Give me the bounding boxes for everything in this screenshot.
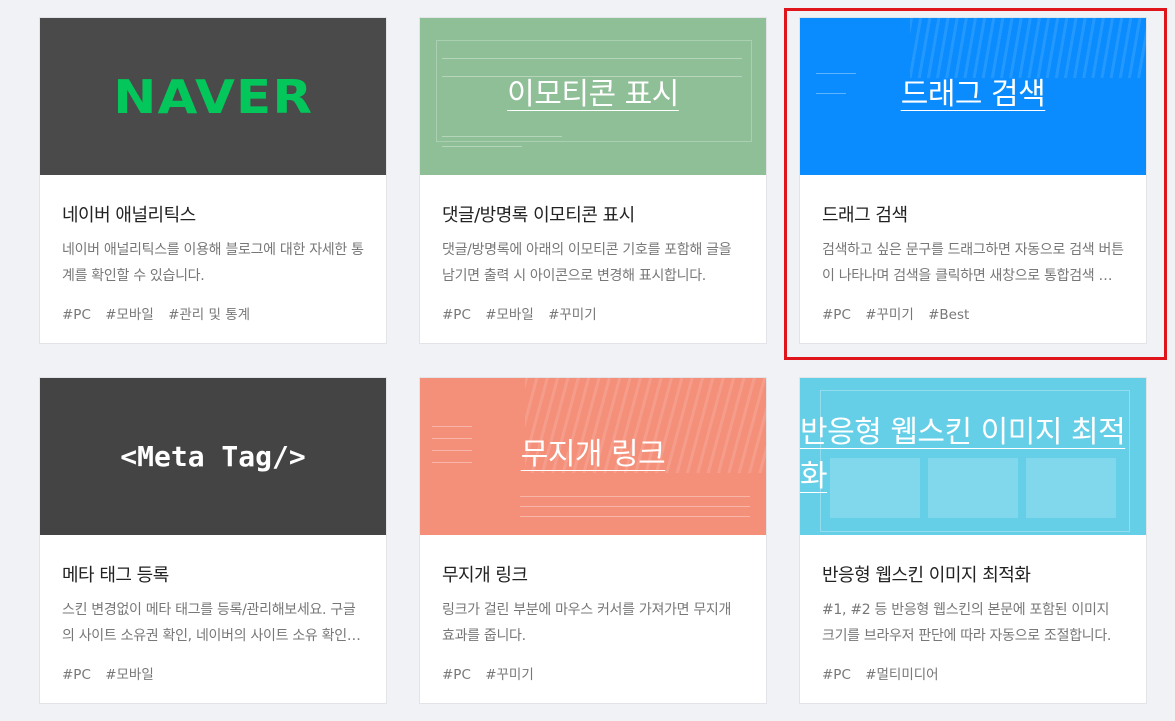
naver-logo: NAVER xyxy=(113,69,313,124)
tag[interactable]: #Best xyxy=(928,307,969,323)
thumbnail-title: 이모티콘 표시 xyxy=(507,76,679,112)
card-description: 검색하고 싶은 문구를 드래그하면 자동으로 검색 버튼이 나타나며 검색을 클… xyxy=(822,242,1124,284)
thumbnail-title: 드래그 검색 xyxy=(900,76,1046,112)
tag[interactable]: #꾸미기 xyxy=(485,667,534,683)
card-tags: #PC #멀티미디어 xyxy=(822,663,1124,683)
thumbnail-title: 반응형 웹스킨 이미지 최적화 xyxy=(800,414,1126,494)
tag[interactable]: #관리 및 통계 xyxy=(168,307,250,323)
card-description: 댓글/방명록에 아래의 이모티콘 기호를 포함해 글을 남기면 출력 시 아이콘… xyxy=(442,242,732,284)
card-title[interactable]: 댓글/방명록 이모티콘 표시 xyxy=(442,201,744,227)
tag[interactable]: #모바일 xyxy=(105,307,154,323)
tag[interactable]: #PC xyxy=(822,667,851,683)
plugin-card-emoticon[interactable]: 이모티콘 표시 댓글/방명록 이모티콘 표시 댓글/방명록에 아래의 이모티콘 … xyxy=(419,17,767,344)
card-thumbnail[interactable]: NAVER xyxy=(40,18,386,175)
tag[interactable]: #PC xyxy=(442,307,471,323)
card-tags: #PC #모바일 xyxy=(62,663,364,683)
tag[interactable]: #PC xyxy=(442,667,471,683)
card-description: 네이버 애널리틱스를 이용해 블로그에 대한 자세한 통계를 확인할 수 있습니… xyxy=(62,242,364,284)
plugin-card-rainbow-link[interactable]: 무지개 링크 무지개 링크 링크가 걸린 부분에 마우스 커서를 가져가면 무지… xyxy=(419,377,767,704)
tag[interactable]: #PC xyxy=(62,667,91,683)
card-title[interactable]: 반응형 웹스킨 이미지 최적화 xyxy=(822,561,1124,587)
tag[interactable]: #모바일 xyxy=(105,667,154,683)
card-tags: #PC #꾸미기 xyxy=(442,663,744,683)
card-description: #1, #2 등 반응형 웹스킨의 본문에 포함된 이미지 크기를 브라우저 판… xyxy=(822,602,1112,644)
card-thumbnail[interactable]: 드래그 검색 xyxy=(800,18,1146,175)
card-tags: #PC #모바일 #꾸미기 xyxy=(442,303,744,323)
card-title[interactable]: 네이버 애널리틱스 xyxy=(62,201,364,227)
tag[interactable]: #모바일 xyxy=(485,307,534,323)
card-description: 스킨 변경없이 메타 태그를 등록/관리해보세요. 구글의 사이트 소유권 확인… xyxy=(62,602,364,644)
plugin-card-drag-search[interactable]: 드래그 검색 드래그 검색 검색하고 싶은 문구를 드래그하면 자동으로 검색 … xyxy=(799,17,1147,344)
tag[interactable]: #꾸미기 xyxy=(548,307,597,323)
plugin-card-meta-tag[interactable]: <Meta Tag/> 메타 태그 등록 스킨 변경없이 메타 태그를 등록/관… xyxy=(39,377,387,704)
card-thumbnail[interactable]: 무지개 링크 xyxy=(420,378,766,535)
tag[interactable]: #꾸미기 xyxy=(865,307,914,323)
card-title[interactable]: 메타 태그 등록 xyxy=(62,561,364,587)
tag[interactable]: #멀티미디어 xyxy=(865,667,938,683)
tag[interactable]: #PC xyxy=(822,307,851,323)
card-description: 링크가 걸린 부분에 마우스 커서를 가져가면 무지개 효과를 줍니다. xyxy=(442,602,732,644)
card-title[interactable]: 무지개 링크 xyxy=(442,561,744,587)
plugin-card-naver-analytics[interactable]: NAVER 네이버 애널리틱스 네이버 애널리틱스를 이용해 블로그에 대한 자… xyxy=(39,17,387,344)
card-tags: #PC #모바일 #관리 및 통계 xyxy=(62,303,364,323)
plugin-card-responsive-image[interactable]: 반응형 웹스킨 이미지 최적화 반응형 웹스킨 이미지 최적화 #1, #2 등… xyxy=(799,377,1147,704)
thumbnail-title: 무지개 링크 xyxy=(520,436,666,472)
meta-tag-logo: <Meta Tag/> xyxy=(120,440,306,473)
card-tags: #PC #꾸미기 #Best xyxy=(822,303,1124,323)
tag[interactable]: #PC xyxy=(62,307,91,323)
card-title[interactable]: 드래그 검색 xyxy=(822,201,1124,227)
card-thumbnail[interactable]: <Meta Tag/> xyxy=(40,378,386,535)
card-thumbnail[interactable]: 반응형 웹스킨 이미지 최적화 xyxy=(800,378,1146,535)
card-thumbnail[interactable]: 이모티콘 표시 xyxy=(420,18,766,175)
